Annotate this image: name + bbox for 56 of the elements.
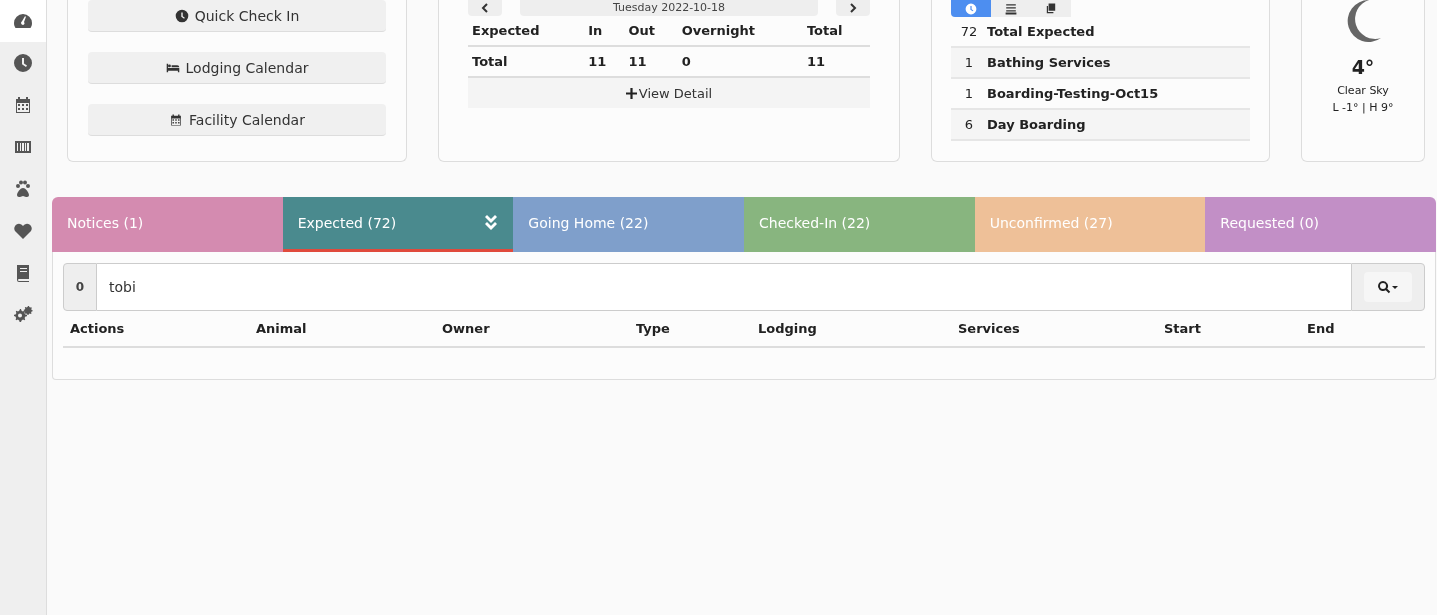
calendar-icon (13, 95, 33, 115)
column-header: Start (1163, 321, 1202, 336)
service-name: Day Boarding (987, 117, 1086, 132)
date-button[interactable]: Tuesday 2022-10-18 (520, 0, 818, 16)
service-name: Boarding-Testing-Oct15 (987, 86, 1159, 101)
weather-condition: Clear Sky (1337, 84, 1389, 97)
service-name: Bathing Services (987, 55, 1111, 70)
column-header: Owner (441, 321, 491, 336)
column-header: Total (802, 16, 870, 46)
column-header: Lodging (757, 321, 818, 336)
view-toggle[interactable] (991, 0, 1031, 17)
sidebar-item[interactable] (0, 0, 46, 42)
search-button[interactable] (1364, 272, 1412, 302)
result-count: 0 (63, 263, 97, 311)
chevron-right-icon (849, 3, 857, 13)
column-header: Expected (468, 16, 585, 46)
double-chevron-down-icon (484, 215, 499, 231)
search-input[interactable]: tobi (103, 272, 1345, 302)
view-detail-button[interactable]: View Detail (468, 78, 870, 108)
heart-icon (13, 221, 33, 241)
next-button[interactable] (836, 0, 870, 16)
settings-icon (13, 305, 33, 325)
plus-icon (625, 87, 637, 99)
action-button[interactable]: Quick Check In (88, 0, 386, 32)
service-count: 6 (963, 117, 975, 132)
clock-icon (964, 2, 978, 15)
temperature: 4° (1351, 56, 1375, 78)
dashboard-icon (13, 11, 33, 31)
column-header: Type (635, 321, 671, 336)
column-header: In (584, 16, 625, 46)
column-header: Services (957, 321, 1021, 336)
column-header: Overnight (677, 16, 803, 46)
action-button[interactable]: Facility Calendar (88, 104, 386, 136)
column-header: Animal (255, 321, 308, 336)
chevron-left-icon (481, 3, 489, 13)
previous-button[interactable] (468, 0, 502, 16)
view-toggle[interactable] (951, 0, 991, 17)
list-icon (1004, 2, 1018, 15)
temperature-range: L -1° | H 9° (1332, 101, 1394, 114)
service-name: Total Expected (987, 24, 1095, 39)
action-button[interactable]: Lodging Calendar (88, 52, 386, 84)
search-field[interactable]: tobi (97, 263, 1351, 311)
clock-icon (13, 53, 33, 73)
column-header: End (1306, 321, 1336, 336)
copy-icon (1044, 2, 1058, 15)
view-toggle[interactable] (1031, 0, 1071, 17)
service-count: 1 (963, 55, 975, 70)
service-count: 1 (963, 86, 975, 101)
column-header: Actions (69, 321, 126, 336)
tab[interactable]: Expected (72) (282, 197, 514, 252)
clock-icon (174, 8, 189, 23)
search-icon (1377, 280, 1399, 294)
paw-icon (13, 179, 33, 199)
column-header: Out (624, 16, 678, 46)
service-count: 72 (959, 24, 979, 39)
calendar-icon (169, 112, 184, 127)
